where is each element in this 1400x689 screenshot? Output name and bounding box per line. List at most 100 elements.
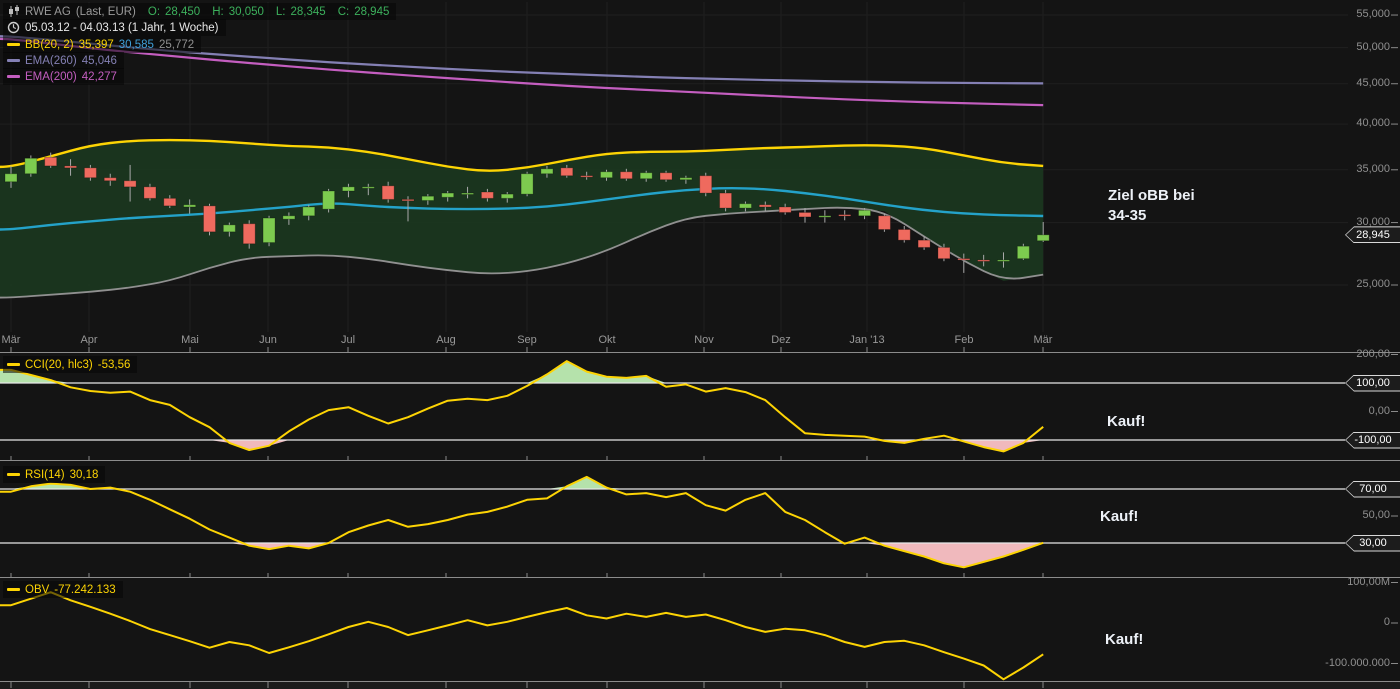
candle-body [1017,246,1029,258]
x-axis-month-label: Aug [436,334,456,346]
rsi-name: RSI(14) [25,469,65,481]
cci-value: -53,56 [98,359,131,371]
x-axis-month-label: Dez [771,334,791,346]
x-axis-month-label: Mär [1034,334,1053,346]
rsi-value: 30,18 [70,469,99,481]
y-axis-label: 0 [1384,616,1390,628]
y-axis-label: -100.000.000 [1325,657,1390,669]
date-range-text: 05.03.12 - 04.03.13 (1 Jahr, 1 Woche) [25,22,219,34]
candle-body [342,187,354,191]
ema200-name: EMA(200) [25,71,77,83]
candle-body [878,216,890,230]
y-axis-label: 35,000 [1356,163,1390,175]
rsi-overbought-fill [0,477,1043,489]
candle-body [739,204,751,208]
legend-cci-row[interactable]: CCI(20, hlc3) -53,56 [3,356,137,373]
bb-line-icon [7,43,20,46]
last-price-badge-label: 28,945 [1346,227,1400,242]
candle-body [978,260,990,261]
candle-body [65,166,77,168]
cci-overbought-fill [0,361,1043,383]
cci-line [0,361,1043,451]
x-axis-month-label: Sep [517,334,537,346]
candle-body [184,205,196,207]
candle-body [561,168,573,176]
x-axis-month-label: Okt [598,334,615,346]
obv-name: OBV [25,584,49,596]
legend-ema260-row[interactable]: EMA(260) 45,046 [3,52,124,69]
ema260-line-icon [7,59,20,62]
candle-body [442,193,454,197]
candle-body [660,173,672,180]
candle-body [799,212,811,216]
cci-threshold-badge: -100,00 [1345,432,1400,449]
obv-line [0,592,1043,679]
annotation-target-line1: Ziel oBB bei [1108,186,1195,206]
rsi-threshold-badge: 30,00 [1345,535,1400,552]
open-label: O: [148,6,160,18]
annotation-buy-rsi: Kauf! [1100,507,1138,527]
bb-mid-value: 30,585 [119,39,154,51]
bb-lower-value: 25,772 [159,39,194,51]
rsi-threshold-badge-label: 30,00 [1346,536,1400,551]
symbol-name: RWE AG [25,6,71,18]
cci-threshold-badge-label: 100,00 [1346,376,1400,391]
x-axis-month-label: Jan '13 [849,334,884,346]
y-axis-label: 200,00 [1356,348,1390,360]
legend-daterange-row[interactable]: 05.03.12 - 04.03.13 (1 Jahr, 1 Woche) [3,19,226,36]
candle-body [204,206,216,232]
close-value: 28,945 [354,6,389,18]
legend-obv-row[interactable]: OBV -77.242.133 [3,581,123,598]
candlestick-icon [7,5,20,18]
candle-body [303,207,315,216]
cci-name: CCI(20, hlc3) [25,359,93,371]
x-axis-month-label: Jul [341,334,355,346]
candle-body [323,191,335,209]
candle-body [84,168,96,178]
cci-threshold-badge-label: -100,00 [1346,433,1400,448]
candle-body [144,187,156,199]
candle-body [938,247,950,258]
x-axis-month-label: Feb [955,334,974,346]
annotation-target-line2: 34-35 [1108,206,1195,226]
low-label: L: [276,6,286,18]
x-axis-month-label: Apr [80,334,97,346]
candle-body [5,174,17,182]
high-label: H: [212,6,224,18]
candle-body [779,207,791,212]
legend-symbol-row[interactable]: RWE AG (Last, EUR) O: 28,450 H: 30,050 L… [3,3,396,20]
ema260-value: 45,046 [82,55,117,67]
candle-body [720,193,732,208]
candle-body [601,172,613,178]
legend-ema200-row[interactable]: EMA(200) 42,277 [3,68,124,85]
candle-body [700,176,712,193]
y-axis-label: 50,000 [1356,41,1390,53]
bb-name: BB(20, 2) [25,39,74,51]
candle-body [581,176,593,177]
candle-body [839,215,851,216]
candle-body [958,259,970,260]
legend-rsi-row[interactable]: RSI(14) 30,18 [3,466,105,483]
clock-icon [7,21,20,34]
legend-bb-row[interactable]: BB(20, 2) 35,397 30,585 25,772 [3,36,201,53]
cci-line-icon [7,363,20,366]
ema260-name: EMA(260) [25,55,77,67]
rsi-line-icon [7,473,20,476]
candle-body [382,186,394,200]
candle-body [45,157,57,166]
x-axis-month-label: Mär [2,334,21,346]
y-axis-label: 25,000 [1356,278,1390,290]
candle-body [759,205,771,207]
candle-body [501,194,513,198]
rsi-threshold-badge-label: 70,00 [1346,482,1400,497]
candle-body [898,229,910,240]
candle-body [124,181,136,187]
candle-body [859,210,871,216]
candle-body [422,196,434,200]
ema200-line-icon [7,75,20,78]
candle-body [402,199,414,200]
candle-body [263,218,275,243]
symbol-series-label: (Last, EUR) [76,6,136,18]
x-axis-month-label: Mai [181,334,199,346]
rsi-line [0,477,1043,567]
